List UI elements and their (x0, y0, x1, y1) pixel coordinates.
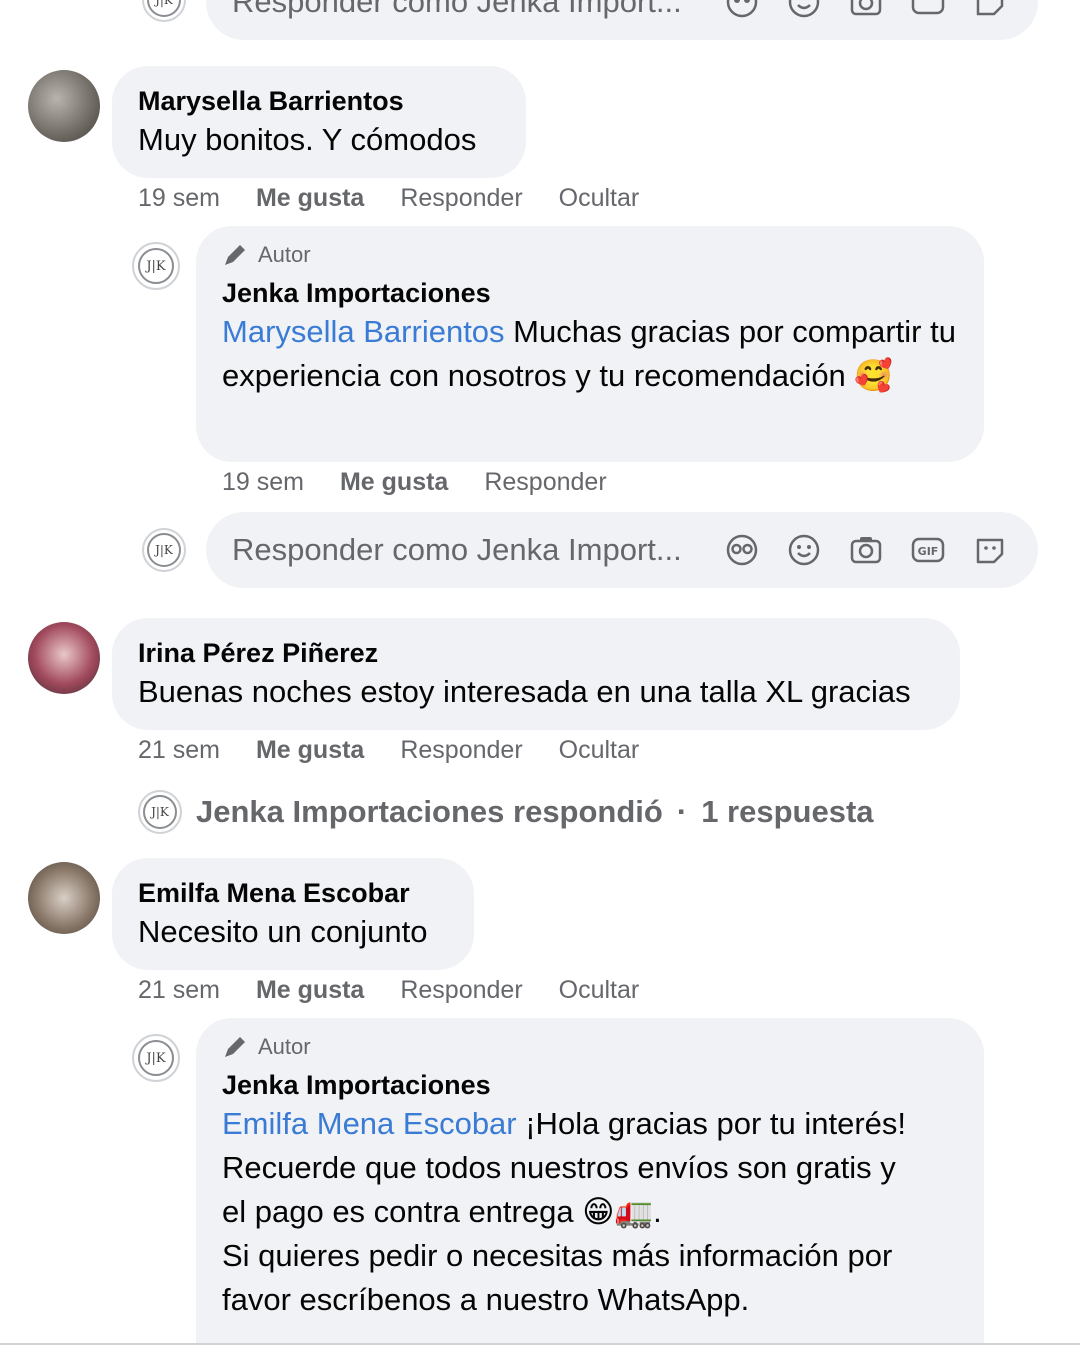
svg-text:GIF: GIF (918, 545, 939, 558)
avatar-emilfa[interactable] (28, 862, 100, 934)
comment-author[interactable]: Emilfa Mena Escobar (138, 876, 448, 910)
comment-author[interactable]: Irina Pérez Piñerez (138, 636, 934, 670)
pencil-icon (225, 1037, 245, 1057)
comment-bubble: Irina Pérez Piñerez Buenas noches estoy … (112, 618, 960, 730)
comment-text: Buenas noches estoy interesada en una ta… (138, 674, 911, 709)
reply-bubble: Autor Jenka Importaciones Emilfa Mena Es… (196, 1018, 984, 1344)
gif-icon[interactable] (910, 0, 946, 20)
page-avatar-logo: J|K (138, 1040, 174, 1076)
reply-text: Marysella Barrientos Muchas gracias por … (222, 310, 958, 398)
hide-button[interactable]: Ocultar (559, 736, 640, 765)
author-badge: Autor (222, 1032, 958, 1062)
reply-button[interactable]: Responder (400, 976, 522, 1005)
comment-author[interactable]: Marysella Barrientos (138, 84, 500, 118)
comment-time[interactable]: 21 sem (138, 736, 220, 765)
like-button[interactable]: Me gusta (256, 736, 364, 765)
reply-line-1: ¡Hola gracias por tu interés! (516, 1106, 907, 1141)
reply-input-placeholder: Responder como Jenka Import... (232, 0, 682, 19)
reply-bubble: Autor Jenka Importaciones Marysella Barr… (196, 226, 984, 462)
emoji-icon[interactable] (786, 532, 822, 568)
page-avatar[interactable]: J|K (132, 1034, 180, 1082)
page-avatar[interactable]: J|K (132, 242, 180, 290)
comment-bubble: Emilfa Mena Escobar Necesito un conjunto (112, 858, 474, 970)
author-badge-label: Autor (258, 1034, 311, 1059)
like-button[interactable]: Me gusta (340, 468, 448, 497)
comment-bubble: Marysella Barrientos Muy bonitos. Y cómo… (112, 66, 526, 178)
pencil-icon (225, 245, 245, 265)
hide-button[interactable]: Ocultar (559, 184, 640, 213)
reply-input-top[interactable]: Responder como Jenka Import... (206, 0, 1038, 40)
page-avatar[interactable]: J|K (142, 0, 186, 22)
camera-icon[interactable] (848, 0, 884, 20)
reply-button[interactable]: Responder (400, 736, 522, 765)
view-replies-link[interactable]: Jenka Importaciones respondió · 1 respue… (196, 794, 874, 830)
camera-icon[interactable] (848, 532, 884, 568)
reply-line-4: Si quieres pedir o necesitas más informa… (222, 1238, 893, 1273)
page-avatar[interactable]: J|K (142, 528, 186, 572)
comment-text: Necesito un conjunto (138, 914, 428, 949)
replied-separator: · (676, 794, 688, 829)
reply-line-5: favor escríbenos a nuestro WhatsApp. (222, 1282, 750, 1317)
reply-line-2: Recuerde que todos nuestros envíos son g… (222, 1150, 896, 1185)
reply-text: Emilfa Mena Escobar ¡Hola gracias por tu… (222, 1102, 958, 1322)
reply-button[interactable]: Responder (484, 468, 606, 497)
replied-count: 1 respuesta (701, 794, 874, 829)
emoji-icon[interactable] (786, 0, 822, 20)
page-avatar-logo: J|K (147, 533, 181, 567)
comment-time[interactable]: 21 sem (138, 976, 220, 1005)
hide-button[interactable]: Ocultar (559, 976, 640, 1005)
mention-link[interactable]: Marysella Barrientos (222, 314, 505, 349)
avatar-sticker-icon[interactable] (724, 0, 760, 20)
avatar-marysella[interactable] (28, 70, 100, 142)
reply-time[interactable]: 19 sem (222, 468, 304, 497)
avatar-irina[interactable] (28, 622, 100, 694)
reply-line-3: el pago es contra entrega 😁🚛. (222, 1194, 662, 1229)
reply-button[interactable]: Responder (400, 184, 522, 213)
comment-text: Muy bonitos. Y cómodos (138, 122, 477, 157)
author-badge: Autor (222, 240, 958, 270)
reply-input-placeholder: Responder como Jenka Import... (232, 532, 682, 567)
bottom-divider (0, 1343, 1080, 1345)
reply-author[interactable]: Jenka Importaciones (222, 1068, 958, 1102)
page-avatar-logo: J|K (147, 0, 181, 17)
avatar-sticker-icon[interactable] (724, 532, 760, 568)
sticker-icon[interactable] (972, 0, 1008, 20)
comment-actions: 21 sem Me gusta Responder Ocultar (138, 976, 675, 1005)
reply-author[interactable]: Jenka Importaciones (222, 276, 958, 310)
replied-text: Jenka Importaciones respondió (196, 794, 663, 829)
page-avatar-logo: J|K (138, 248, 174, 284)
comment-actions: 19 sem Me gusta Responder Ocultar (138, 184, 675, 213)
reply-input[interactable]: Responder como Jenka Import... GIF (206, 512, 1038, 588)
like-button[interactable]: Me gusta (256, 976, 364, 1005)
sticker-icon[interactable] (972, 532, 1008, 568)
mention-link[interactable]: Emilfa Mena Escobar (222, 1106, 517, 1141)
author-badge-label: Autor (258, 242, 311, 267)
like-button[interactable]: Me gusta (256, 184, 364, 213)
reply-actions: 19 sem Me gusta Responder (222, 468, 643, 497)
page-avatar: J|K (138, 790, 182, 834)
page-avatar-logo: J|K (143, 795, 177, 829)
gif-icon[interactable]: GIF (910, 532, 946, 568)
comment-actions: 21 sem Me gusta Responder Ocultar (138, 736, 675, 765)
comment-time[interactable]: 19 sem (138, 184, 220, 213)
